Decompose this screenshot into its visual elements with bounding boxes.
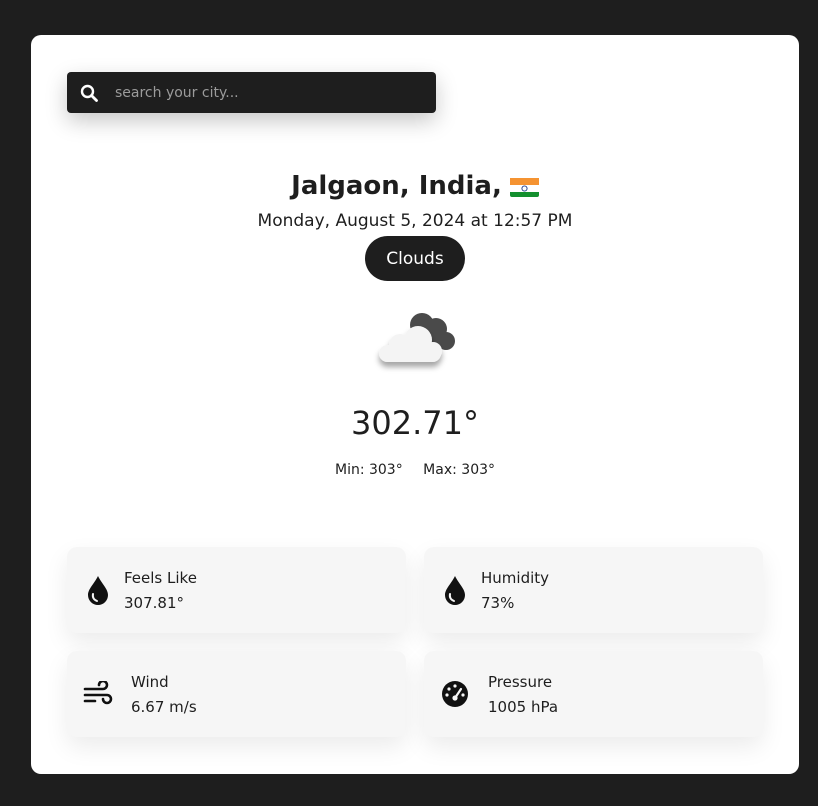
- wind-icon: [83, 678, 113, 710]
- location-name: Jalgaon, India,: [291, 171, 502, 201]
- humidity-card: Humidity 73%: [424, 547, 763, 633]
- india-flag-icon: [509, 176, 539, 197]
- search-input[interactable]: [113, 83, 417, 102]
- weather-card: Jalgaon, India, Monday, August 5, 2024 a…: [31, 35, 799, 774]
- search-icon[interactable]: [79, 83, 99, 103]
- wind-value: 6.67 m/s: [131, 698, 197, 716]
- pressure-value: 1005 hPa: [488, 698, 559, 716]
- condition-badge: Clouds: [365, 236, 465, 281]
- gauge-icon: [440, 678, 470, 710]
- clouds-icon: [370, 305, 462, 377]
- max-temperature: Max: 303°: [423, 462, 496, 478]
- location-heading: Jalgaon, India,: [31, 171, 799, 201]
- wind-card: Wind 6.67 m/s: [67, 651, 406, 737]
- humidity-label: Humidity: [481, 569, 550, 587]
- pressure-label: Pressure: [488, 673, 553, 691]
- feels-like-value: 307.81°: [124, 594, 184, 612]
- pressure-card: Pressure 1005 hPa: [424, 651, 763, 737]
- droplet-icon: [440, 574, 470, 606]
- date-time: Monday, August 5, 2024 at 12:57 PM: [257, 211, 573, 231]
- min-temperature: Min: 303°: [334, 462, 403, 478]
- feels-like-label: Feels Like: [124, 569, 197, 587]
- temperature: 302.71°: [351, 404, 479, 442]
- min-max-temperature: Min: 303° Max: 303°: [31, 462, 799, 478]
- wind-label: Wind: [131, 673, 169, 691]
- search-bar[interactable]: [67, 72, 436, 113]
- droplet-icon: [83, 574, 113, 606]
- humidity-value: 73%: [481, 594, 515, 612]
- feels-like-card: Feels Like 307.81°: [67, 547, 406, 633]
